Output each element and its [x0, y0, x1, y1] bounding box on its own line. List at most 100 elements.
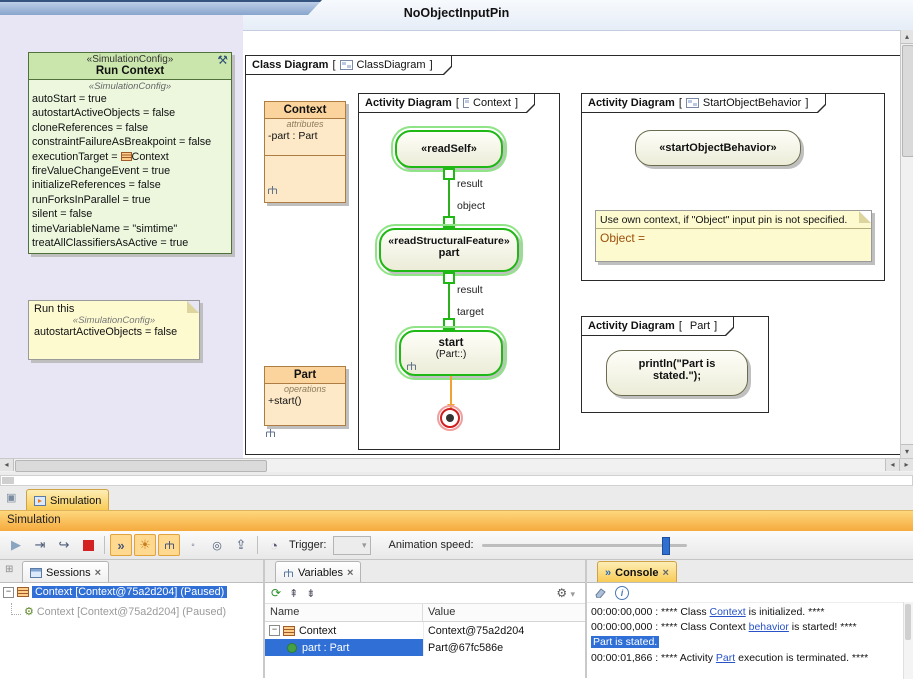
slider-track[interactable] — [482, 544, 687, 547]
refresh-icon[interactable]: ⟳ — [271, 586, 281, 600]
tab-variables[interactable]: Variables × — [275, 561, 361, 583]
dock-window-icon[interactable]: ▣ — [6, 491, 16, 504]
console-panel: » Console × i 00:00:00,000 : **** Class … — [587, 560, 913, 678]
scroll-right-arrow[interactable]: ▸ — [899, 459, 913, 471]
tree-expander-icon[interactable]: − — [269, 625, 280, 636]
scrollbar-thumb[interactable] — [15, 460, 267, 472]
diagram-vertical-scrollbar[interactable]: ▴ ▾ — [900, 30, 913, 458]
resume-button[interactable]: ▶ — [5, 534, 27, 556]
action-qualifier: (Part::) — [401, 349, 501, 360]
run-context-body: «SimulationConfig» autoStart = true auto… — [29, 80, 231, 253]
tab-simulation[interactable]: Simulation — [26, 489, 109, 511]
scroll-left-arrow[interactable]: ◂ — [885, 459, 899, 471]
simulation-header-bar: Simulation — [0, 510, 913, 533]
frame-bracket: [ — [679, 97, 682, 109]
activity-diagram-context-frame[interactable]: Activity Diagram [ Context ] «readSelf» … — [358, 93, 560, 450]
console-tab-row: » Console × — [587, 560, 913, 582]
terminate-button[interactable] — [77, 534, 99, 556]
column-header-value[interactable]: Value — [423, 604, 585, 621]
frame-kind: Class Diagram — [252, 59, 328, 71]
object-pin-note[interactable]: Use own context, if "Object" input pin i… — [595, 210, 872, 262]
scroll-left-arrow[interactable]: ◂ — [0, 459, 14, 471]
frame-name: Context — [473, 97, 511, 109]
column-header-name[interactable]: Name — [265, 604, 423, 621]
log-link-behavior[interactable]: behavior — [749, 621, 789, 633]
object-input-pin[interactable] — [443, 216, 455, 228]
export-button[interactable]: ⇪ — [230, 534, 252, 556]
scroll-up-arrow[interactable]: ▴ — [901, 30, 913, 44]
trigger-dropdown[interactable]: ▾ — [333, 536, 371, 555]
scrollbar-thumb[interactable] — [2, 477, 14, 484]
diagram-window-tab[interactable] — [0, 0, 322, 15]
session-tree-root-row[interactable]: − Context [Context@75a2d204] (Paused) — [3, 586, 227, 598]
start-call-operation-action[interactable]: start (Part::) — [399, 330, 503, 376]
session-tree-child-row[interactable]: ⚙ Context [Context@75a2d204] (Paused) — [11, 603, 226, 620]
run-context-config[interactable]: ⚒ «SimulationConfig» Run Context «Simula… — [28, 52, 232, 254]
activity-diagram-part-frame[interactable]: Activity Diagram [ Part ] println("Part … — [581, 316, 769, 413]
expand-all-icon[interactable]: ⇞ — [289, 587, 298, 600]
activity-diagram-startobjectbehavior-frame[interactable]: Activity Diagram [ StartObjectBehavior ]… — [581, 93, 885, 281]
console-vertical-scrollbar[interactable] — [903, 602, 913, 679]
run-context-body-stereotype: «SimulationConfig» — [32, 81, 228, 92]
target-input-pin[interactable] — [443, 318, 455, 330]
diagram-horizontal-scrollbar[interactable]: ◂ ◂ ▸ — [0, 458, 913, 472]
collapse-all-icon[interactable]: ⇟ — [306, 587, 315, 600]
part-class[interactable]: Part operations +start() — [264, 366, 346, 426]
info-icon[interactable]: i — [615, 586, 629, 600]
diagram-canvas: NoObjectInputPin ⚒ «SimulationConfig» Ru… — [0, 0, 913, 471]
highlighted-log-text: Part is stated. — [591, 636, 659, 648]
object-flow-edge[interactable] — [448, 284, 450, 318]
class-diagram-frame[interactable]: Class Diagram [ ClassDiagram ] Context a… — [245, 55, 907, 455]
console-icon: » — [605, 567, 611, 579]
read-structural-feature-action[interactable]: «readStructuralFeature» part — [379, 228, 519, 272]
validate-button[interactable]: ◦ — [182, 534, 204, 556]
options-toggle-button[interactable]: ☀ — [134, 534, 156, 556]
scroll-down-arrow[interactable]: ▾ — [901, 444, 913, 458]
trigger-label: Trigger: — [289, 539, 327, 551]
app-horizontal-scrollbar[interactable] — [0, 475, 913, 486]
session-root-label[interactable]: Context [Context@75a2d204] (Paused) — [32, 586, 227, 598]
variables-row-context[interactable]: − Context Context@75a2d204 — [265, 622, 585, 639]
tab-console[interactable]: » Console × — [597, 561, 677, 583]
scrollbar-thumb[interactable] — [905, 604, 911, 640]
toolbar-separator — [104, 536, 105, 554]
scrollbar-thumb[interactable] — [902, 45, 913, 157]
variable-value: Context@75a2d204 — [428, 625, 524, 637]
close-icon[interactable]: × — [663, 568, 669, 578]
start-object-behavior-action[interactable]: «startObjectBehavior» — [635, 130, 801, 166]
app-scroll-strip — [0, 471, 913, 488]
result-output-pin[interactable] — [443, 272, 455, 284]
breakpoints-button[interactable]: ◎ — [206, 534, 228, 556]
decomposition-toggle-button[interactable] — [158, 534, 180, 556]
frame-name: StartObjectBehavior — [703, 97, 801, 109]
tab-sessions[interactable]: Sessions × — [22, 561, 109, 583]
read-self-action[interactable]: «readSelf» — [395, 130, 503, 168]
slider-handle[interactable] — [662, 537, 670, 555]
panel-menu-icon[interactable]: ⊞ — [5, 564, 13, 575]
animation-speed-slider[interactable] — [482, 536, 687, 554]
animation-toggle-button[interactable]: » — [110, 534, 132, 556]
run-this-note[interactable]: Run this «SimulationConfig» autostartAct… — [28, 300, 200, 360]
log-link-part[interactable]: Part — [716, 652, 735, 664]
frame-name: Part — [690, 320, 710, 332]
variables-row-part[interactable]: part : Part Part@67fc586e — [265, 639, 585, 656]
result-output-pin[interactable] — [443, 168, 455, 180]
action-label: part — [381, 247, 517, 259]
animation-icon: » — [117, 538, 124, 553]
close-icon[interactable]: × — [95, 568, 101, 578]
tree-expander-icon[interactable]: − — [3, 587, 14, 598]
context-class[interactable]: Context attributes -part : Part — [264, 101, 346, 203]
step-into-button[interactable]: ⇥ — [29, 534, 51, 556]
log-link-context[interactable]: Context — [710, 606, 746, 618]
object-flow-edge[interactable] — [448, 180, 450, 216]
println-action[interactable]: println("Part is stated."); — [606, 350, 748, 396]
run-context-property: timeVariableName = "simtime" — [32, 222, 228, 236]
trigger-button[interactable]: ◔ — [263, 534, 285, 556]
settings-gear-button[interactable]: ⚙ ▾ — [556, 586, 575, 600]
close-icon[interactable]: × — [347, 568, 353, 578]
step-over-button[interactable]: ↪ — [53, 534, 75, 556]
animation-speed-label: Animation speed: — [389, 539, 474, 551]
eraser-icon[interactable] — [593, 587, 607, 598]
activity-final-node[interactable] — [440, 408, 460, 428]
session-child-label: Context [Context@75a2d204] (Paused) — [37, 606, 226, 618]
